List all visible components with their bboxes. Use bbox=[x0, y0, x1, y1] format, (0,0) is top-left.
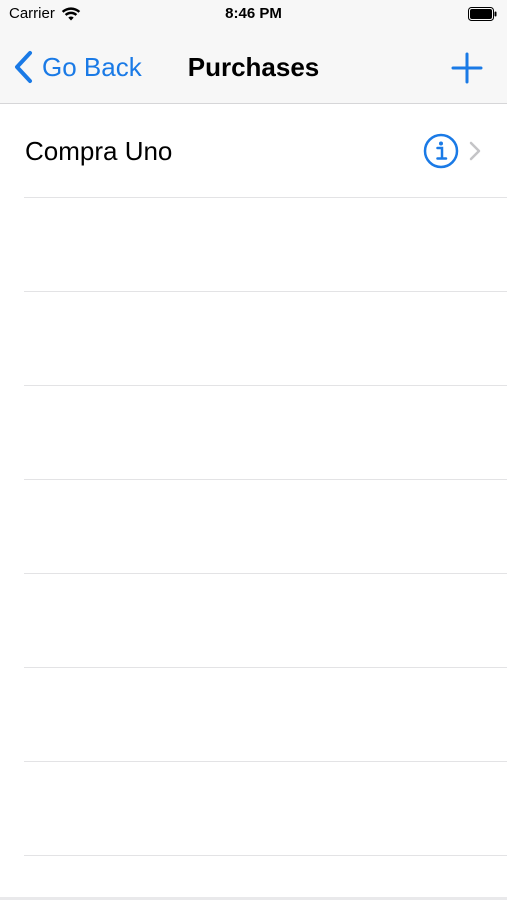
chevron-right-icon bbox=[469, 141, 481, 161]
table-row bbox=[24, 762, 507, 856]
battery-icon bbox=[468, 7, 497, 21]
page-title-text: Purchases bbox=[187, 52, 320, 82]
table-row bbox=[24, 574, 507, 668]
status-bar: Carrier 8:46 PM bbox=[0, 0, 507, 28]
row-label: Compra Uno bbox=[25, 136, 173, 166]
table-row bbox=[24, 480, 507, 574]
table-row bbox=[24, 386, 507, 480]
table-row bbox=[24, 198, 507, 292]
plus-icon[interactable] bbox=[451, 52, 483, 84]
table-row bbox=[24, 668, 507, 762]
info-icon[interactable] bbox=[423, 133, 459, 169]
navigation-bar: Go Back Purchases bbox=[0, 28, 507, 104]
status-time: 8:46 PM bbox=[225, 5, 282, 22]
table-row[interactable]: Compra Uno bbox=[24, 104, 507, 198]
table-row bbox=[24, 292, 507, 386]
page-title: Purchases bbox=[0, 52, 507, 83]
screen: Carrier 8:46 PM Go Back Purchases Compra… bbox=[0, 0, 507, 900]
purchases-table: Compra Uno bbox=[0, 104, 507, 856]
